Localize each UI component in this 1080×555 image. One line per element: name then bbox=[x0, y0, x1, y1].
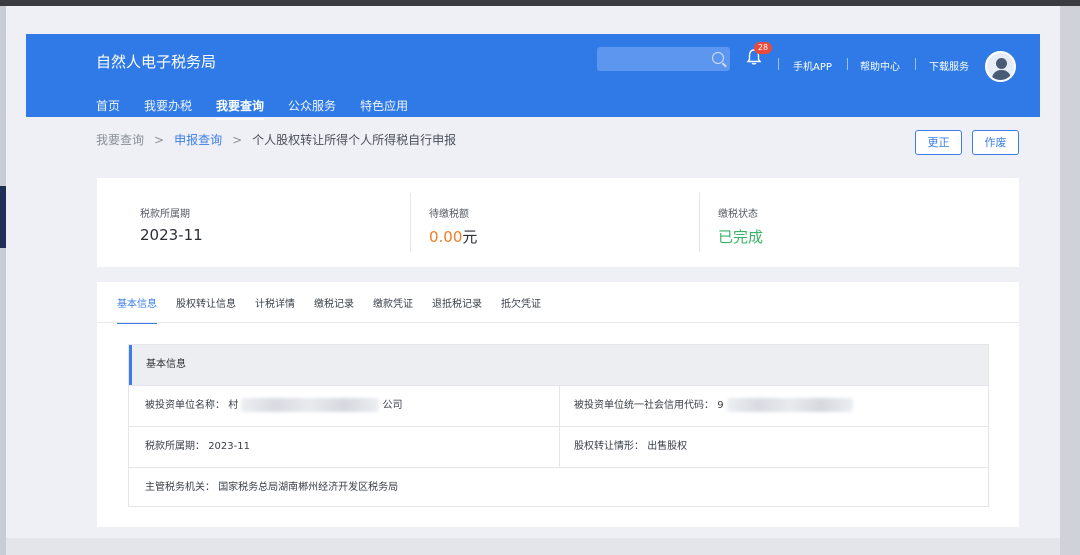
info-period-value: 2023-11 bbox=[208, 441, 250, 452]
user-avatar-icon[interactable] bbox=[985, 51, 1016, 82]
amount-value: 0.00元 bbox=[429, 226, 477, 247]
mobile-app-link[interactable]: 手机APP bbox=[793, 58, 832, 73]
basic-info-title: 基本信息 bbox=[129, 345, 988, 385]
tab-basic-info[interactable]: 基本信息 bbox=[117, 295, 157, 324]
tab-payment-voucher[interactable]: 缴款凭证 bbox=[373, 295, 413, 324]
tab-tax-calculation[interactable]: 计税详情 bbox=[255, 295, 295, 324]
nav-item-query[interactable]: 我要查询 bbox=[216, 97, 265, 120]
breadcrumb-separator: > bbox=[154, 132, 165, 147]
breadcrumb-root[interactable]: 我要查询 bbox=[96, 131, 144, 148]
info-row: 主管税务机关： 国家税务总局湖南郴州经济开发区税务局 bbox=[129, 467, 988, 508]
invested-company-cell: 被投资单位名称： 村 公司 bbox=[145, 386, 403, 426]
download-service-link[interactable]: 下载服务 bbox=[929, 58, 969, 73]
header-separator bbox=[915, 58, 916, 70]
tax-authority-label: 主管税务机关： bbox=[145, 482, 215, 493]
bottom-border bbox=[6, 538, 1060, 555]
tabs-underline bbox=[97, 322, 1019, 323]
cell-divider bbox=[559, 427, 560, 467]
transfer-type-cell: 股权转让情形： 出售股权 bbox=[574, 427, 687, 467]
tax-authority-cell: 主管税务机关： 国家税务总局湖南郴州经济开发区税务局 bbox=[145, 468, 398, 508]
avatar-head bbox=[996, 58, 1007, 69]
help-center-link[interactable]: 帮助中心 bbox=[860, 58, 900, 73]
breadcrumb-current: 个人股权转让所得个人所得税自行申报 bbox=[252, 133, 457, 147]
breadcrumb-parent[interactable]: 申报查询 bbox=[174, 131, 222, 148]
avatar-body bbox=[992, 70, 1011, 80]
basic-info-table: 基本信息 被投资单位名称： 村 公司 被投资单位统一社会信用代码： 9 税款所属… bbox=[128, 344, 989, 507]
notification-badge: 28 bbox=[754, 42, 772, 54]
invested-company-suffix: 公司 bbox=[382, 400, 403, 411]
invested-company-label: 被投资单位名称： bbox=[145, 400, 225, 411]
right-border bbox=[1060, 6, 1080, 555]
info-row: 被投资单位名称： 村 公司 被投资单位统一社会信用代码： 9 bbox=[129, 385, 988, 426]
amount-unit: 元 bbox=[462, 228, 478, 246]
invested-company-prefix: 村 bbox=[228, 400, 239, 411]
transfer-type-value: 出售股权 bbox=[647, 441, 688, 452]
summary-divider bbox=[410, 193, 411, 252]
period-label: 税款所属期 bbox=[140, 209, 190, 220]
correct-button[interactable]: 更正 bbox=[915, 130, 962, 155]
cell-divider bbox=[559, 386, 560, 426]
breadcrumb-separator: > bbox=[232, 132, 243, 147]
site-brand[interactable]: 自然人电子税务局 bbox=[96, 51, 216, 72]
tax-authority-value: 国家税务总局湖南郴州经济开发区税务局 bbox=[218, 482, 399, 493]
status-label: 缴税状态 bbox=[718, 209, 758, 220]
void-button[interactable]: 作废 bbox=[972, 130, 1019, 155]
summary-card: 税款所属期 2023-11 待缴税额 0.00元 缴税状态 已完成 bbox=[97, 178, 1019, 267]
info-row: 税款所属期： 2023-11 股权转让情形： 出售股权 bbox=[129, 426, 988, 467]
header-separator bbox=[778, 58, 779, 70]
summary-divider bbox=[699, 193, 700, 252]
period-cell: 税款所属期： 2023-11 bbox=[145, 427, 250, 467]
credit-code-label: 被投资单位统一社会信用代码： bbox=[574, 400, 714, 411]
tab-payment-records[interactable]: 缴税记录 bbox=[314, 295, 354, 324]
tab-offset-voucher[interactable]: 抵欠凭证 bbox=[501, 295, 541, 324]
page-viewport: 自然人电子税务局 28 手机APP 帮助中心 下载服务 首页 我要办税 我要查询… bbox=[6, 6, 1060, 538]
screenshot-frame: 自然人电子税务局 28 手机APP 帮助中心 下载服务 首页 我要办税 我要查询… bbox=[0, 0, 1080, 555]
redacted-credit-code bbox=[726, 398, 853, 412]
tab-equity-transfer[interactable]: 股权转让信息 bbox=[176, 295, 236, 324]
amount-label: 待缴税额 bbox=[429, 209, 469, 220]
nav-item-home[interactable]: 首页 bbox=[96, 97, 120, 120]
credit-code-cell: 被投资单位统一社会信用代码： 9 bbox=[574, 386, 853, 426]
search-icon[interactable] bbox=[712, 52, 724, 64]
redacted-company-name bbox=[241, 398, 380, 412]
amount-number: 0.00 bbox=[429, 228, 463, 246]
search-input[interactable] bbox=[597, 47, 730, 71]
main-nav: 首页 我要办税 我要查询 公众服务 特色应用 bbox=[96, 97, 432, 120]
tab-refund-records[interactable]: 退抵税记录 bbox=[432, 295, 482, 324]
nav-item-featured-apps[interactable]: 特色应用 bbox=[360, 97, 408, 120]
status-value: 已完成 bbox=[718, 228, 764, 246]
breadcrumb: 我要查询 > 申报查询 > 个人股权转让所得个人所得税自行申报 bbox=[96, 131, 456, 148]
detail-tabs: 基本信息 股权转让信息 计税详情 缴税记录 缴款凭证 退抵税记录 抵欠凭证 bbox=[117, 295, 560, 324]
nav-item-public-service[interactable]: 公众服务 bbox=[288, 97, 336, 120]
site-header: 自然人电子税务局 28 手机APP 帮助中心 下载服务 首页 我要办税 我要查询… bbox=[26, 34, 1040, 120]
header-separator bbox=[847, 58, 848, 70]
info-period-label: 税款所属期： bbox=[145, 441, 205, 452]
nav-item-tax-handling[interactable]: 我要办税 bbox=[144, 97, 192, 120]
credit-code-prefix: 9 bbox=[717, 400, 724, 411]
period-value: 2023-11 bbox=[140, 226, 203, 244]
detail-panel: 基本信息 股权转让信息 计税详情 缴税记录 缴款凭证 退抵税记录 抵欠凭证 基本… bbox=[97, 282, 1019, 527]
transfer-type-label: 股权转让情形： bbox=[574, 441, 644, 452]
